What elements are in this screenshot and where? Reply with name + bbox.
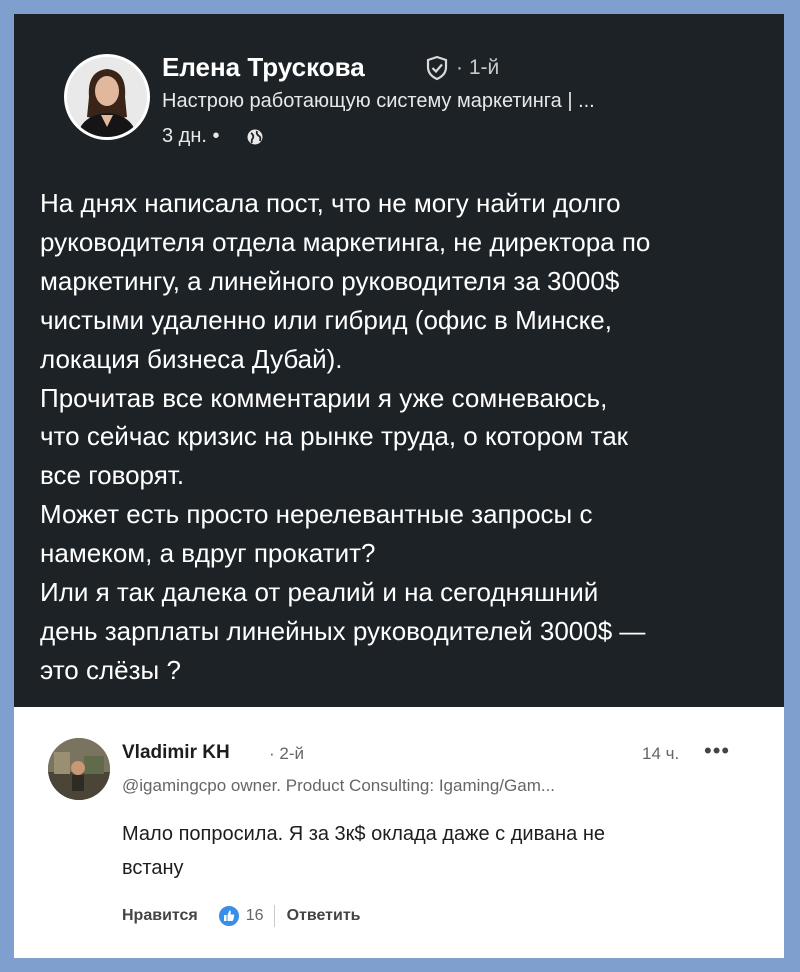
post-text-line: день зарплаты линейных руководителей 300…	[40, 615, 646, 646]
globe-icon	[247, 129, 263, 145]
comment-text-line: встану	[122, 857, 184, 879]
post-body: На днях написала пост, что не могу найти…	[40, 184, 775, 690]
post-text-line: Может есть просто нерелевантные запросы …	[40, 499, 593, 530]
comment-text-line: Мало попросила. Я за 3к$ оклада даже с д…	[122, 823, 605, 845]
comment-actions: Нравится 16 Ответить	[122, 903, 361, 929]
comment-avatar[interactable]	[48, 738, 110, 800]
author-avatar[interactable]	[64, 54, 150, 140]
post-text-line: что сейчас кризис на рынке труда, о кото…	[40, 421, 629, 452]
reply-button[interactable]: Ответить	[287, 907, 361, 925]
post-text-line: чистыми удаленно или гибрид (офис в Минс…	[40, 304, 612, 335]
post-text-line: это слёзы ?	[40, 654, 181, 685]
connection-degree: · 1-й	[456, 56, 500, 79]
post-text-line: намеком, а вдруг прокатит?	[40, 538, 376, 569]
post-text-line: руководителя отдела маркетинга, не дирек…	[40, 226, 651, 257]
screenshot-frame: Елена Трускова · 1-й Настрою работающую …	[14, 14, 784, 958]
post-text-line: Или я так далека от реалий и на сегодняш…	[40, 577, 599, 608]
author-headline: Настрою работающую систему маркетинга | …	[162, 90, 595, 112]
thumbs-up-icon	[217, 905, 240, 927]
post-text-line: Прочитав все комментарии я уже сомневаюс…	[40, 382, 608, 413]
post-card: Елена Трускова · 1-й Настрою работающую …	[14, 14, 784, 707]
action-divider	[273, 905, 275, 927]
post-time: 3 дн. •	[162, 125, 220, 147]
more-options-button[interactable]: •••	[704, 738, 730, 764]
post-text-line: маркетингу, а линейного руководителя за …	[40, 265, 620, 296]
author-name[interactable]: Елена Трускова	[162, 52, 365, 83]
verified-shield-icon	[426, 55, 448, 81]
comment-connection-degree: · 2-й	[269, 744, 304, 763]
comment-author-name[interactable]: Vladimir KH	[122, 742, 230, 764]
comment-body: Мало попросила. Я за 3к$ оклада даже с д…	[122, 817, 762, 885]
like-count[interactable]: 16	[246, 907, 264, 925]
comment-author-headline: @igamingcpo owner. Product Consulting: I…	[122, 776, 556, 795]
like-button[interactable]: Нравится	[122, 907, 198, 925]
commenter-photo	[48, 738, 110, 800]
post-text-line: На днях написала пост, что не могу найти…	[40, 188, 621, 218]
comment-time: 14 ч.	[642, 744, 680, 763]
post-text-line: все говорят.	[40, 460, 185, 491]
author-photo	[67, 57, 147, 137]
post-text-line: локация бизнеса Дубай).	[40, 343, 343, 374]
